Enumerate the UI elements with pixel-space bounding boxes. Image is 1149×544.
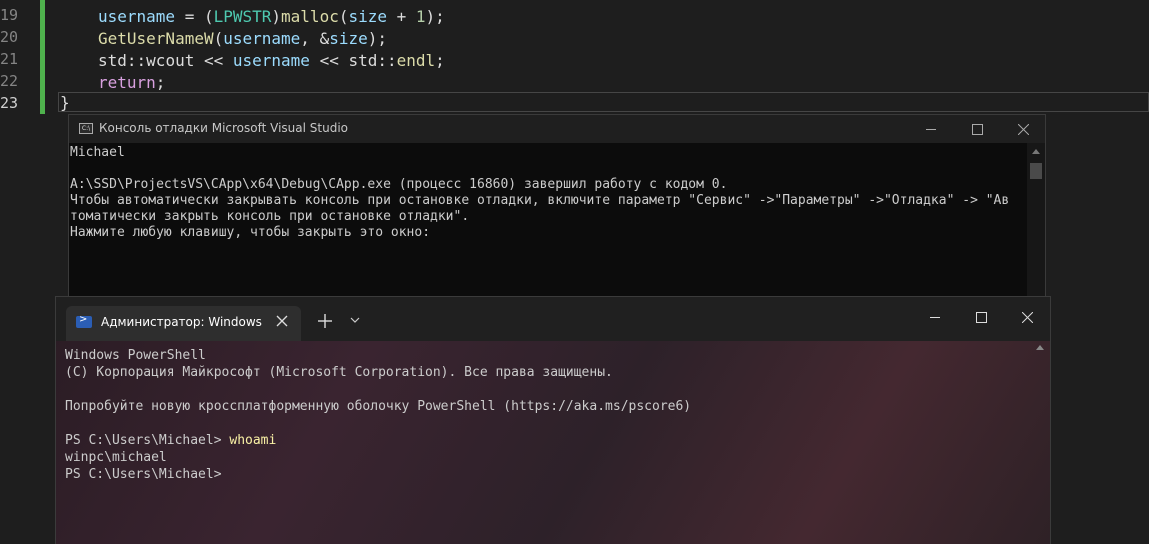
line-number: 20 bbox=[0, 28, 19, 46]
code-token: ( bbox=[213, 29, 224, 48]
code-token: ); bbox=[425, 7, 445, 26]
terminal-line: Windows PowerShell bbox=[65, 348, 206, 363]
chevron-down-icon[interactable] bbox=[350, 317, 360, 324]
scroll-up-arrow-icon[interactable] bbox=[1032, 149, 1040, 154]
code-token: ) bbox=[271, 7, 282, 26]
terminal-prompt-line: PS C:\Users\Michael> whoami bbox=[65, 432, 1035, 449]
code-token: , & bbox=[300, 29, 330, 48]
maximize-icon bbox=[972, 124, 983, 135]
line-number: 21 bbox=[0, 50, 19, 68]
code-token: :: bbox=[126, 51, 147, 70]
code-token: endl bbox=[396, 51, 436, 70]
terminal-window[interactable]: > Администратор: Windows PowerShell Wind… bbox=[55, 296, 1051, 544]
change-indicator-bar bbox=[40, 0, 45, 114]
powershell-icon: > bbox=[76, 314, 92, 328]
line-number-current: 23 bbox=[0, 94, 19, 112]
close-button[interactable] bbox=[1001, 115, 1047, 143]
minimize-icon bbox=[930, 317, 940, 318]
code-line[interactable]: return; bbox=[98, 72, 165, 94]
line-number: 22 bbox=[0, 72, 19, 90]
line-number-gutter: 19 20 21 22 23 bbox=[0, 0, 40, 114]
code-token: wcout bbox=[146, 51, 195, 70]
code-token: ); bbox=[367, 29, 387, 48]
debug-console-window[interactable]: C:\ Консоль отладки Microsoft Visual Stu… bbox=[68, 114, 1046, 315]
terminal-tab-bar[interactable]: > Администратор: Windows PowerShell bbox=[56, 297, 1050, 341]
minimize-button[interactable] bbox=[909, 115, 955, 143]
tab-powershell[interactable]: > Администратор: Windows PowerShell bbox=[66, 306, 301, 341]
current-line-highlight bbox=[58, 92, 1149, 112]
plus-icon[interactable] bbox=[318, 314, 332, 328]
code-token: std bbox=[348, 51, 378, 70]
tab-title: Администратор: Windows PowerShell bbox=[101, 315, 265, 329]
code-token: + bbox=[387, 7, 416, 26]
scroll-up-arrow-icon[interactable] bbox=[1036, 345, 1044, 350]
terminal-line: (C) Корпорация Майкрософт (Microsoft Cor… bbox=[65, 365, 613, 380]
minimize-icon bbox=[926, 129, 936, 130]
console-output[interactable]: Michael A:\SSD\ProjectsVS\CApp\x64\Debug… bbox=[70, 145, 1025, 315]
prompt: PS C:\Users\Michael> bbox=[65, 467, 222, 482]
terminal-line: winpc\michael bbox=[65, 450, 167, 465]
command: whoami bbox=[229, 433, 277, 448]
scrollbar-thumb[interactable] bbox=[1030, 163, 1042, 179]
code-line[interactable]: std::wcout << username << std::endl; bbox=[98, 50, 445, 72]
code-token: size bbox=[348, 7, 387, 26]
close-icon[interactable] bbox=[276, 315, 288, 327]
closing-brace[interactable]: } bbox=[60, 92, 70, 114]
code-token: malloc bbox=[281, 7, 339, 26]
maximize-button[interactable] bbox=[955, 115, 1001, 143]
terminal-prompt-line[interactable]: PS C:\Users\Michael> bbox=[65, 466, 1035, 483]
code-line[interactable]: username = (LPWSTR)malloc(size + 1); bbox=[98, 6, 445, 28]
close-icon bbox=[1022, 312, 1033, 323]
maximize-icon bbox=[976, 312, 987, 323]
code-token: :: bbox=[377, 51, 397, 70]
code-token: << bbox=[309, 51, 349, 70]
code-editor[interactable]: 19 20 21 22 23 username = (LPWSTR)malloc… bbox=[0, 0, 1149, 114]
code-token: GetUserNameW bbox=[98, 29, 214, 48]
code-line[interactable]: GetUserNameW(username, &size); bbox=[98, 28, 387, 50]
vertical-scrollbar[interactable] bbox=[1027, 143, 1045, 315]
console-line: A:\SSD\ProjectsVS\CApp\x64\Debug\CApp.ex… bbox=[70, 177, 728, 192]
code-token: ; bbox=[155, 73, 166, 92]
console-line: Чтобы автоматически закрывать консоль пр… bbox=[70, 193, 1010, 208]
console-line: Нажмите любую клавишу, чтобы закрыть это… bbox=[70, 225, 431, 240]
code-token: ; bbox=[435, 51, 445, 70]
code-token: 1 bbox=[415, 7, 426, 26]
terminal-output[interactable]: Windows PowerShell (C) Корпорация Майкро… bbox=[65, 347, 1035, 537]
code-token: username bbox=[98, 7, 176, 26]
code-token: size bbox=[329, 29, 368, 48]
code-token: username bbox=[232, 51, 310, 70]
minimize-button[interactable] bbox=[912, 297, 958, 337]
debug-console-titlebar[interactable]: C:\ Консоль отладки Microsoft Visual Stu… bbox=[69, 115, 1045, 143]
close-button[interactable] bbox=[1004, 297, 1050, 337]
code-token: std bbox=[98, 51, 127, 70]
window-title: Консоль отладки Microsoft Visual Studio bbox=[99, 121, 348, 135]
maximize-button[interactable] bbox=[958, 297, 1004, 337]
console-app-icon: C:\ bbox=[79, 123, 93, 134]
close-icon bbox=[1018, 124, 1029, 135]
console-line: Michael bbox=[70, 145, 125, 160]
line-number: 19 bbox=[0, 6, 19, 24]
code-token: << bbox=[194, 51, 233, 70]
code-token: LPWSTR bbox=[213, 7, 272, 26]
prompt: PS C:\Users\Michael> bbox=[65, 433, 230, 448]
code-token: return bbox=[98, 73, 156, 92]
terminal-line: Попробуйте новую кроссплатформенную обол… bbox=[65, 399, 692, 414]
code-token: = ( bbox=[175, 7, 214, 26]
code-token: username bbox=[223, 29, 301, 48]
console-line: томатически закрыть консоль при остановк… bbox=[70, 209, 470, 224]
